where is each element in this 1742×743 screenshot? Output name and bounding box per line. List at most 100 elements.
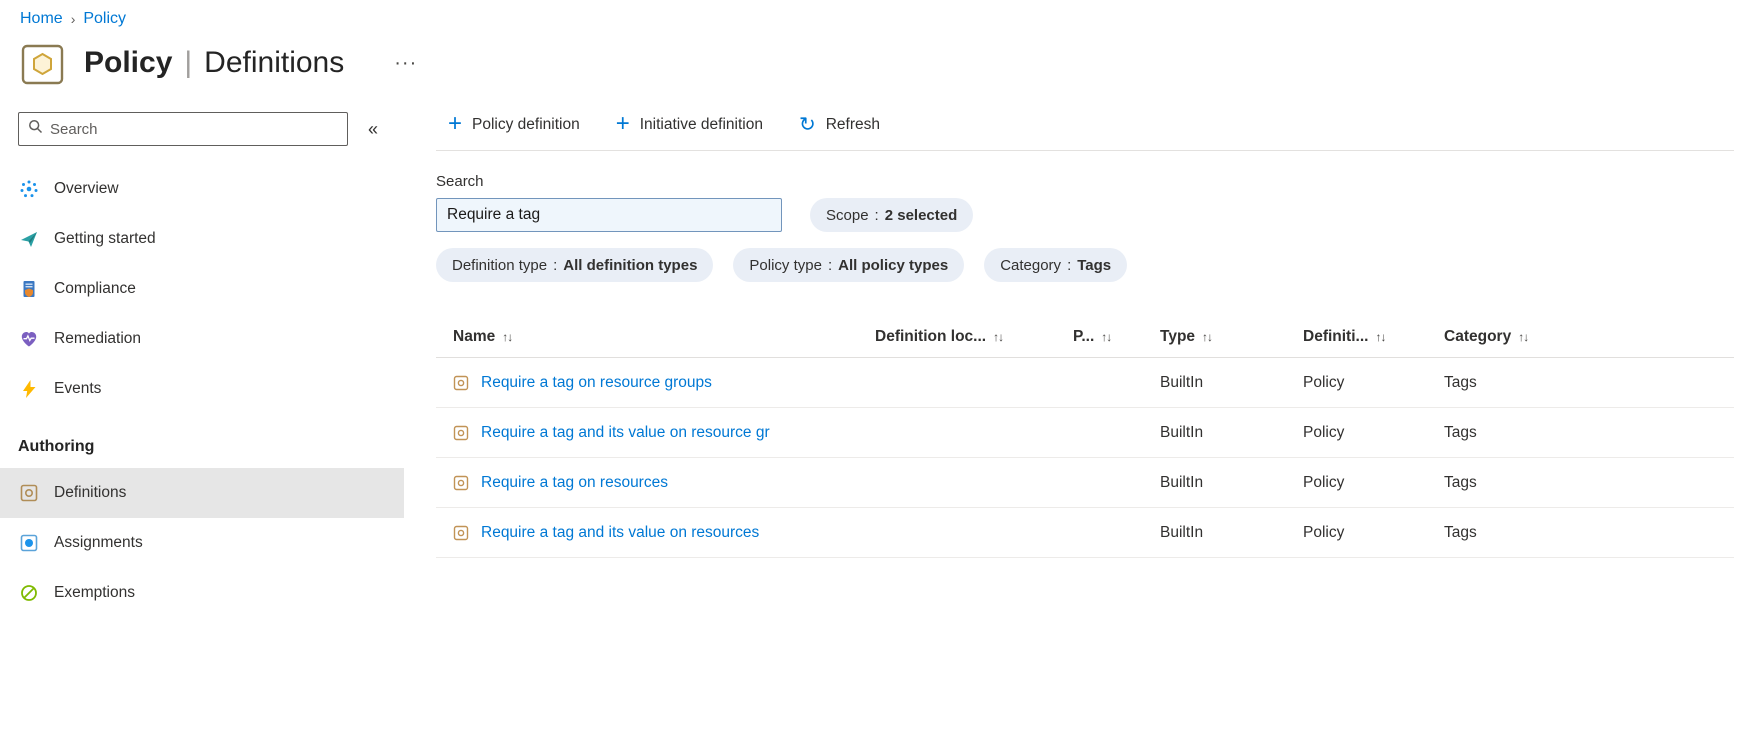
type-cell: BuiltIn	[1160, 423, 1204, 441]
main-content: + Policy definition + Initiative definit…	[404, 112, 1742, 558]
overview-icon	[18, 178, 40, 200]
sidebar-item-label: Remediation	[54, 330, 142, 347]
add-policy-definition-button[interactable]: + Policy definition	[448, 110, 580, 137]
definitions-table: Name ↑↓ Definition loc... ↑↓ P... ↑↓ Typ…	[436, 316, 1734, 558]
sidebar-search-box	[18, 112, 348, 146]
pill-value: All policy types	[838, 256, 949, 274]
sidebar-item-label: Getting started	[54, 230, 156, 247]
plus-icon: +	[615, 110, 630, 137]
policy-definition-icon	[453, 525, 469, 541]
page-title-secondary: Definitions	[204, 46, 345, 79]
definition-type-cell: Policy	[1303, 423, 1345, 441]
category-filter-pill[interactable]: Category : Tags	[984, 248, 1128, 282]
sidebar-collapse-button[interactable]: «	[360, 117, 386, 142]
refresh-label: Refresh	[825, 116, 880, 133]
add-policy-definition-label: Policy definition	[472, 116, 580, 133]
remediation-icon	[18, 328, 40, 350]
pill-name: Scope	[826, 206, 869, 224]
definition-link[interactable]: Require a tag and its value on resources	[481, 524, 759, 542]
column-header-definition-location[interactable]: Definition loc... ↑↓	[875, 328, 1073, 346]
scope-filter-pill[interactable]: Scope : 2 selected	[810, 198, 974, 232]
column-header-name[interactable]: Name ↑↓	[436, 328, 875, 346]
sidebar-item-definitions[interactable]: Definitions	[0, 468, 404, 518]
column-header-definition-type[interactable]: Definiti... ↑↓	[1303, 328, 1444, 346]
sidebar-item-label: Events	[54, 380, 102, 397]
definition-type-filter-pill[interactable]: Definition type : All definition types	[436, 248, 714, 282]
category-cell: Tags	[1444, 373, 1477, 391]
sidebar-section-authoring: Authoring	[18, 438, 95, 455]
pill-separator: :	[874, 206, 879, 224]
add-initiative-definition-label: Initiative definition	[639, 116, 763, 133]
sidebar-item-getting-started[interactable]: Getting started	[0, 214, 404, 264]
definitions-icon	[18, 482, 40, 504]
pill-separator: :	[553, 256, 558, 274]
exemptions-icon	[18, 582, 40, 604]
policy-icon	[20, 40, 66, 86]
pill-name: Category	[1000, 256, 1062, 274]
sidebar-item-label: Compliance	[54, 280, 136, 297]
search-label: Search	[436, 173, 484, 190]
refresh-icon: ↻	[798, 114, 816, 136]
page-title: Policy | Definitions	[84, 46, 344, 80]
pill-value: All definition types	[563, 256, 698, 274]
getting-started-icon	[18, 228, 40, 250]
sidebar-item-label: Exemptions	[54, 584, 135, 601]
column-header-category[interactable]: Category ↑↓	[1444, 328, 1734, 346]
definition-type-cell: Policy	[1303, 473, 1345, 491]
category-cell: Tags	[1444, 523, 1477, 541]
refresh-button[interactable]: ↻ Refresh	[799, 115, 880, 135]
sidebar-item-exemptions[interactable]: Exemptions	[0, 568, 404, 618]
add-initiative-definition-button[interactable]: + Initiative definition	[615, 110, 763, 137]
sidebar-item-label: Assignments	[54, 534, 143, 551]
sidebar-item-label: Definitions	[54, 484, 127, 501]
category-cell: Tags	[1444, 423, 1477, 441]
plus-icon: +	[448, 110, 463, 137]
column-header-type[interactable]: Type ↑↓	[1160, 328, 1303, 346]
search-icon	[28, 119, 43, 139]
definition-link[interactable]: Require a tag on resources	[481, 474, 668, 492]
sidebar-search-input[interactable]	[50, 120, 338, 138]
events-icon	[18, 378, 40, 400]
sidebar: « Overview	[0, 112, 404, 618]
sort-icon: ↑↓	[1202, 329, 1213, 344]
type-cell: BuiltIn	[1160, 523, 1204, 541]
breadcrumb: Home › Policy	[0, 0, 1742, 28]
filter-section: Search Scope : 2 selected Definition typ…	[436, 173, 1734, 282]
sort-icon: ↑↓	[1518, 329, 1529, 344]
page-title-separator: |	[184, 46, 193, 79]
sidebar-item-events[interactable]: Events	[0, 364, 404, 414]
sort-icon: ↑↓	[1375, 329, 1386, 344]
breadcrumb-policy-link[interactable]: Policy	[83, 10, 126, 28]
sidebar-nav: Overview Getting started Compliance Reme…	[0, 164, 404, 618]
page-header: Policy | Definitions ···	[0, 40, 1742, 86]
assignments-icon	[18, 532, 40, 554]
command-bar: + Policy definition + Initiative definit…	[436, 112, 1734, 151]
definition-type-cell: Policy	[1303, 373, 1345, 391]
sort-icon: ↑↓	[1101, 329, 1112, 344]
pill-value: Tags	[1077, 256, 1112, 274]
definition-link[interactable]: Require a tag and its value on resource …	[481, 424, 770, 442]
pill-name: Definition type	[452, 256, 548, 274]
breadcrumb-home-link[interactable]: Home	[20, 10, 63, 28]
sidebar-item-overview[interactable]: Overview	[0, 164, 404, 214]
type-cell: BuiltIn	[1160, 373, 1204, 391]
table-row: Require a tag and its value on resources…	[436, 508, 1734, 558]
type-cell: BuiltIn	[1160, 473, 1204, 491]
pill-separator: :	[1067, 256, 1072, 274]
table-row: Require a tag and its value on resource …	[436, 408, 1734, 458]
policy-type-filter-pill[interactable]: Policy type : All policy types	[733, 248, 965, 282]
column-header-policies[interactable]: P... ↑↓	[1073, 328, 1160, 346]
definition-type-cell: Policy	[1303, 523, 1345, 541]
table-row: Require a tag on resource groups BuiltIn…	[436, 358, 1734, 408]
policy-definition-icon	[453, 475, 469, 491]
page-title-primary: Policy	[84, 46, 173, 79]
sidebar-item-assignments[interactable]: Assignments	[0, 518, 404, 568]
sort-icon: ↑↓	[502, 329, 513, 344]
sidebar-item-remediation[interactable]: Remediation	[0, 314, 404, 364]
sidebar-item-compliance[interactable]: Compliance	[0, 264, 404, 314]
category-cell: Tags	[1444, 473, 1477, 491]
pill-separator: :	[827, 256, 833, 274]
definition-link[interactable]: Require a tag on resource groups	[481, 374, 712, 392]
definitions-search-input[interactable]	[436, 198, 782, 232]
more-button[interactable]: ···	[390, 49, 421, 77]
